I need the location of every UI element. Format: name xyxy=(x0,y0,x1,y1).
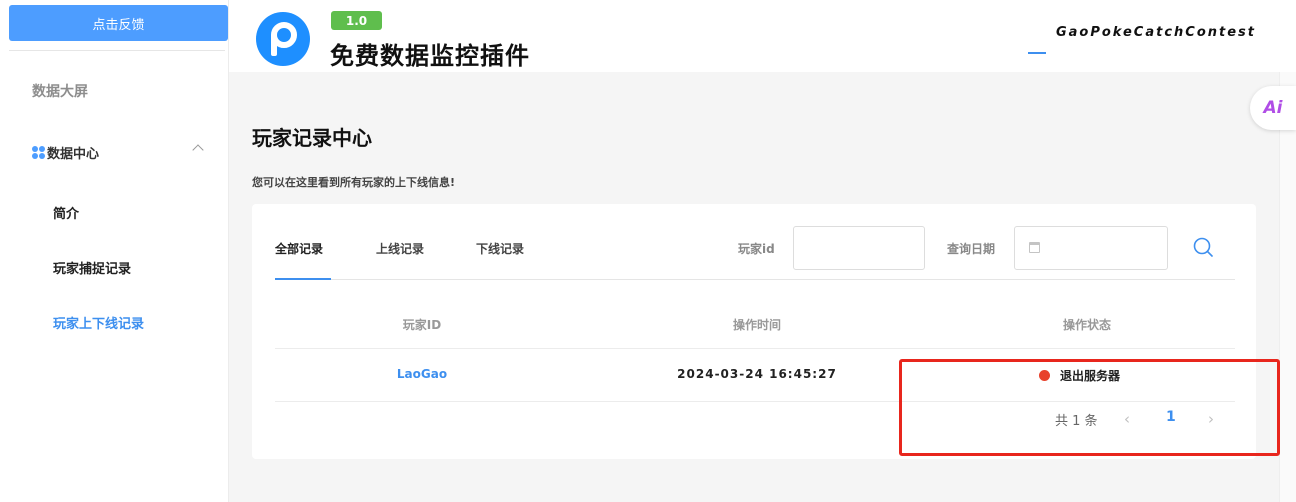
header: 1.0 免费数据监控插件 GaoPokeCatchContest xyxy=(229,0,1296,72)
feedback-button[interactable]: 点击反馈 xyxy=(9,5,228,41)
sidebar-item-intro[interactable]: 简介 xyxy=(53,203,79,222)
brand-underline xyxy=(1028,52,1046,54)
sidebar: 点击反馈 数据大屏 数据中心 简介 玩家捕捉记录 玩家上下线记录 xyxy=(0,0,229,502)
page-subtitle: 您可以在这里看到所有玩家的上下线信息! xyxy=(252,176,456,189)
search-icon[interactable] xyxy=(1192,236,1214,258)
highlight-box xyxy=(899,359,1280,456)
sidebar-item-data-center[interactable]: 数据中心 xyxy=(32,143,99,162)
page-title: 玩家记录中心 xyxy=(252,126,372,150)
sidebar-item-online-offline-records[interactable]: 玩家上下线记录 xyxy=(53,313,144,332)
ai-assistant-button[interactable]: Ai xyxy=(1250,86,1296,130)
column-header-player-id: 玩家ID xyxy=(402,318,442,332)
sidebar-item-dashboard[interactable]: 数据大屏 xyxy=(32,81,88,101)
column-header-time: 操作时间 xyxy=(732,318,781,332)
table-divider xyxy=(275,348,1235,349)
tab-all-records[interactable]: 全部记录 xyxy=(275,240,323,257)
logo-icon xyxy=(256,12,310,66)
table-cell-player-id[interactable]: LaoGao xyxy=(372,367,472,381)
sidebar-item-capture-records[interactable]: 玩家捕捉记录 xyxy=(53,258,131,277)
scrollbar[interactable] xyxy=(1279,72,1296,502)
query-date-label: 查询日期 xyxy=(947,242,996,256)
chevron-up-icon[interactable] xyxy=(192,144,204,156)
query-date-picker[interactable] xyxy=(1014,226,1168,270)
tab-offline-records[interactable]: 下线记录 xyxy=(476,240,524,257)
table-cell-time: 2024-03-24 16:45:27 xyxy=(677,367,837,381)
clover-icon xyxy=(32,146,45,159)
calendar-icon xyxy=(1029,242,1040,253)
player-id-input[interactable] xyxy=(793,226,925,270)
tab-online-records[interactable]: 上线记录 xyxy=(376,240,424,257)
sidebar-divider xyxy=(9,50,225,51)
version-badge: 1.0 xyxy=(331,11,382,30)
product-title: 免费数据监控插件 xyxy=(330,42,530,70)
column-header-status: 操作状态 xyxy=(1062,318,1111,332)
active-tab-indicator xyxy=(275,278,331,280)
tabs-divider xyxy=(275,279,1235,280)
brand-name[interactable]: GaoPokeCatchContest xyxy=(1056,25,1256,40)
sidebar-item-label: 数据中心 xyxy=(47,147,100,162)
player-id-label: 玩家id xyxy=(738,242,775,256)
